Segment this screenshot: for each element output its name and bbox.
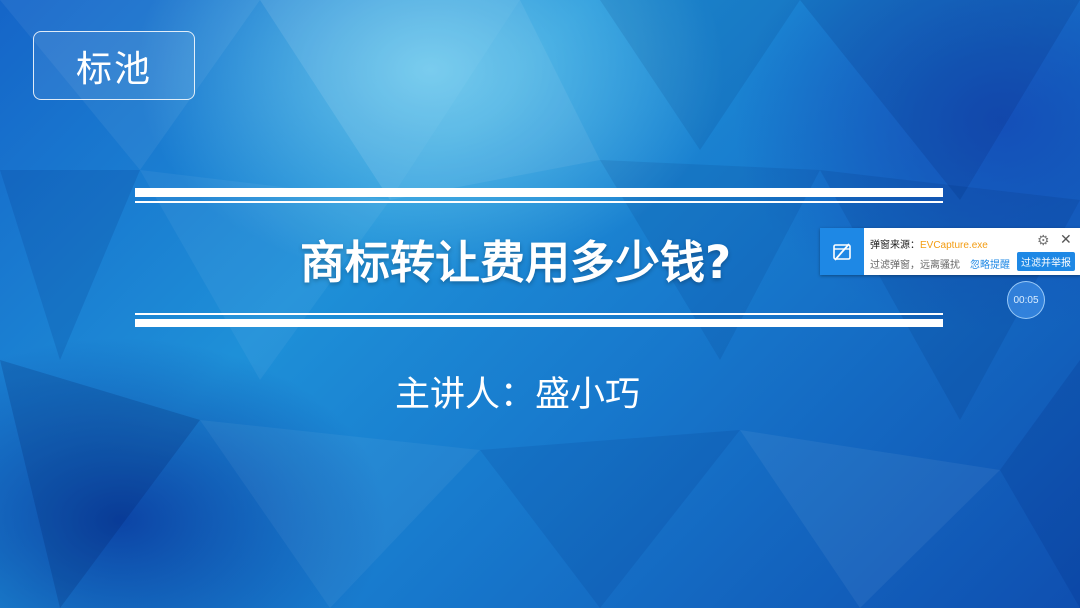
- popup-source-label: 弹窗来源：: [870, 240, 920, 251]
- slide-title: 商标转让费用多少钱?: [300, 236, 732, 289]
- title-bottom-thin-rule: [135, 313, 943, 315]
- popup-source: 弹窗来源：EVCapture.exe: [870, 236, 988, 251]
- title-bottom-rule: [135, 319, 943, 327]
- blocked-window-icon: [820, 228, 864, 275]
- popup-notification: 弹窗来源：EVCapture.exe 过滤弹窗，远离骚扰 忽略提醒 过滤并举报 …: [820, 228, 1080, 275]
- close-icon[interactable]: ✕: [1060, 231, 1072, 248]
- presenter-name: 主讲人：盛小巧: [395, 375, 641, 415]
- recording-timer[interactable]: 00:05: [1007, 281, 1045, 319]
- popup-description: 过滤弹窗，远离骚扰: [870, 260, 960, 271]
- logo-badge: 标池: [33, 31, 195, 100]
- gear-icon[interactable]: ⚙: [1037, 232, 1050, 249]
- title-top-rule: [135, 188, 943, 197]
- logo-label: 标池: [75, 48, 152, 90]
- filter-report-button[interactable]: 过滤并举报: [1017, 252, 1075, 271]
- popup-source-value: EVCapture.exe: [920, 240, 988, 251]
- ignore-reminder-link[interactable]: 忽略提醒: [970, 256, 1010, 271]
- title-top-thin-rule: [135, 201, 943, 203]
